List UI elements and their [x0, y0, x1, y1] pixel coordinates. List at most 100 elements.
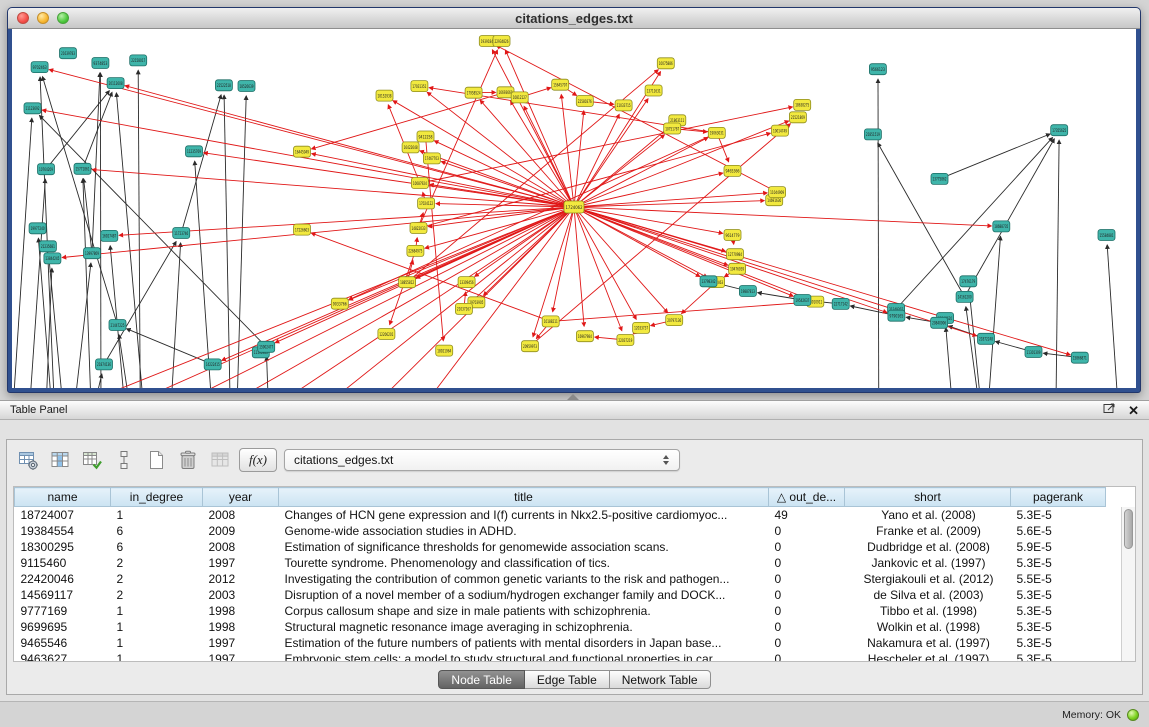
network-node[interactable]: 19063031 [708, 127, 725, 138]
table-row[interactable]: 946554611997Estimation of the future num… [15, 635, 1106, 651]
table-scrollbar[interactable] [1121, 507, 1135, 661]
network-node[interactable]: 20840906 [931, 317, 948, 328]
table-row[interactable]: 1830029562008Estimation of significance … [15, 539, 1106, 555]
column-header-name[interactable]: name [15, 488, 111, 507]
network-node[interactable]: 10764209 [38, 164, 55, 175]
column-header-title[interactable]: title [279, 488, 769, 507]
network-node[interactable]: 19887813 [739, 286, 756, 297]
network-node[interactable]: 18152938 [376, 90, 393, 101]
network-node[interactable]: 16445049 [294, 146, 311, 157]
network-node[interactable]: 19542637 [794, 295, 811, 306]
table-row[interactable]: 2242004622012Investigating the contribut… [15, 571, 1106, 587]
network-canvas[interactable]: 1469163096147791277098419476939135124632… [12, 29, 1136, 388]
network-node[interactable]: 9566123 [869, 64, 886, 75]
function-builder-button[interactable]: f(x) [239, 448, 277, 472]
network-node[interactable]: 10812127 [511, 92, 528, 103]
show-columns-icon[interactable] [47, 448, 72, 473]
network-hub-node[interactable]: 1724062 [564, 201, 584, 213]
table-row[interactable]: 969969511998Structural magnetic resonanc… [15, 619, 1106, 635]
column-header-short[interactable]: short [845, 488, 1011, 507]
network-node[interactable]: 13309456 [458, 277, 475, 288]
network-node[interactable]: 9465366 [724, 165, 741, 176]
delete-columns-icon[interactable] [175, 448, 200, 473]
network-node[interactable]: 18638275 [794, 99, 811, 110]
network-node[interactable]: 20797136 [666, 315, 683, 326]
network-node[interactable]: 18921964 [436, 345, 453, 356]
network-node[interactable]: 10087924 [411, 178, 428, 189]
network-node[interactable]: 21874136 [96, 359, 113, 370]
network-node[interactable]: 16927487 [101, 230, 118, 241]
network-node[interactable]: 18526639 [238, 81, 255, 92]
new-column-icon[interactable] [143, 448, 168, 473]
network-node[interactable]: 21447225 [109, 320, 126, 331]
network-node[interactable]: 22934826 [493, 36, 510, 47]
network-node[interactable]: 15645707 [552, 79, 569, 90]
close-window-button[interactable] [17, 12, 29, 24]
network-node[interactable]: 17355625 [1051, 125, 1068, 136]
column-header-in_degree[interactable]: in_degree [111, 488, 203, 507]
network-node[interactable]: 21851519 [864, 129, 881, 140]
network-node[interactable]: 12033737 [633, 322, 650, 333]
network-node[interactable]: 21235681 [39, 241, 56, 252]
network-node[interactable]: 9374853 [92, 58, 109, 69]
network-node[interactable]: 13711631 [645, 85, 662, 96]
network-node[interactable]: 17476179 [960, 276, 977, 287]
network-node[interactable]: 11033715 [615, 100, 632, 111]
network-node[interactable]: 11723746 [173, 228, 190, 239]
network-node[interactable]: 14161200 [956, 291, 973, 302]
network-node[interactable]: 17467703 [423, 153, 440, 164]
network-node[interactable]: 15584881 [1098, 230, 1115, 241]
network-node[interactable]: 20112608 [107, 78, 124, 89]
network-node[interactable]: 11123692 [24, 103, 41, 114]
network-node[interactable]: 11235769 [186, 146, 203, 157]
network-window-titlebar[interactable]: citations_edges.txt [8, 8, 1140, 29]
table-scrollbar-thumb[interactable] [1124, 509, 1133, 549]
network-node[interactable]: 13997809 [84, 248, 101, 259]
network-node[interactable]: 9412258 [417, 131, 434, 142]
network-node[interactable]: 22580376 [576, 96, 593, 107]
table-source-select[interactable]: citations_edges.txt [284, 449, 680, 471]
network-node[interactable]: 17226603 [294, 224, 311, 235]
network-node[interactable]: 9033766 [331, 298, 348, 309]
network-node[interactable]: 13798342 [700, 276, 717, 287]
tab-network-table[interactable]: Network Table [610, 670, 711, 689]
memory-status-indicator[interactable] [1127, 709, 1139, 721]
column-header-out_degree[interactable]: △ out_de... [769, 488, 845, 507]
network-node[interactable]: 18855812 [399, 277, 416, 288]
network-node[interactable]: 17031351 [411, 81, 428, 92]
table-row[interactable]: 977716911998Corpus callosum shape and si… [15, 603, 1106, 619]
network-node[interactable]: 9702463 [31, 62, 48, 73]
tab-node-table[interactable]: Node Table [438, 670, 525, 689]
network-node[interactable]: 16422648 [402, 142, 419, 153]
minimize-window-button[interactable] [37, 12, 49, 24]
network-node[interactable]: 17024122 [418, 198, 435, 209]
float-panel-icon[interactable] [1103, 401, 1116, 419]
network-node[interactable]: 10188211 [542, 316, 559, 327]
table-row[interactable]: 1456911722003Disruption of a novel membe… [15, 587, 1106, 603]
network-node[interactable]: 15902477 [258, 341, 275, 352]
network-node[interactable]: 13844245 [44, 253, 61, 264]
network-node[interactable]: 21037167 [455, 303, 472, 314]
network-node[interactable]: 11301309 [1025, 347, 1042, 358]
column-header-pagerank[interactable]: pagerank [1011, 488, 1106, 507]
network-node[interactable]: 22037219 [617, 335, 634, 346]
row-merge-icon[interactable] [111, 448, 136, 473]
network-node[interactable]: 22158017 [130, 55, 147, 66]
network-node[interactable]: 16967984 [576, 331, 593, 342]
network-node[interactable]: 22717142 [832, 298, 849, 309]
network-node[interactable]: 18688735 [993, 221, 1010, 232]
add-column-icon[interactable] [79, 448, 104, 473]
network-node[interactable]: 14822033 [410, 223, 427, 234]
network-node[interactable]: 15866871 [1071, 352, 1088, 363]
network-node[interactable]: 21521809 [789, 112, 806, 123]
table-row[interactable]: 1872400712008Changes of HCN gene express… [15, 507, 1106, 523]
network-node[interactable]: 15771861 [74, 163, 91, 174]
zoom-window-button[interactable] [57, 12, 69, 24]
table-row[interactable]: 911546021997Tourette syndrome. Phenomeno… [15, 555, 1106, 571]
network-node[interactable]: 21872248 [978, 333, 995, 344]
network-node[interactable]: 10751787 [664, 123, 681, 134]
tab-edge-table[interactable]: Edge Table [525, 670, 610, 689]
table-row[interactable]: 1938455462009Genome-wide association stu… [15, 523, 1106, 539]
network-node[interactable]: 19977240 [29, 223, 46, 234]
table-settings-icon[interactable] [15, 448, 40, 473]
